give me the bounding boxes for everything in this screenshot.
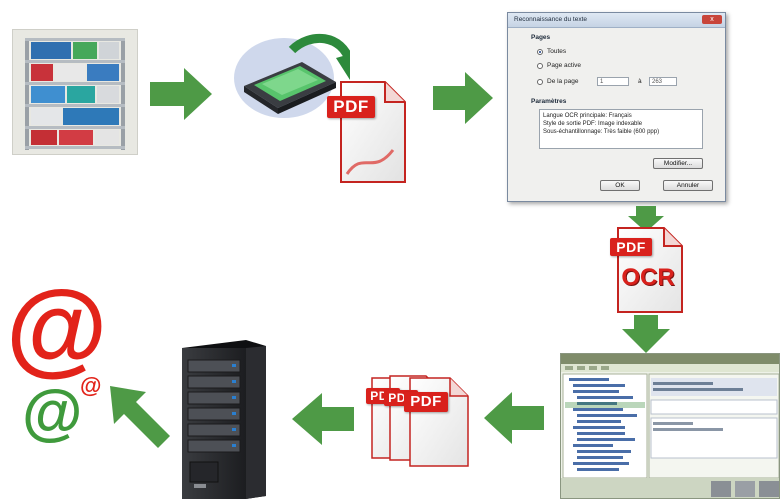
param-line: Sous-échantillonnage: Très faible (600 p…	[543, 129, 660, 135]
close-button[interactable]: x	[702, 15, 722, 24]
radio-page-range[interactable]	[537, 79, 543, 85]
radio-all-pages[interactable]	[537, 49, 543, 55]
param-line: Langue OCR principale: Français	[543, 113, 632, 119]
dialog-title: Reconnaissance du texte	[514, 16, 587, 23]
flow-arrow-up-left	[110, 386, 172, 448]
binder-shelf-image	[13, 30, 137, 154]
param-line: Style de sortie PDF: Image indexable	[543, 121, 643, 127]
pdf-label: PDF	[610, 238, 652, 256]
params-heading: Paramètres	[531, 98, 567, 105]
pdf-files-stack: PDF PDF PDF	[360, 372, 476, 468]
cancel-button[interactable]: Annuler	[663, 180, 713, 191]
server-icon	[176, 338, 268, 499]
pages-heading: Pages	[531, 34, 551, 41]
flow-arrow-right-1	[150, 68, 212, 120]
modify-button[interactable]: Modifier...	[653, 158, 703, 169]
flow-arrow-left-1	[484, 392, 544, 444]
parameters-box: Langue OCR principale: Français Style de…	[539, 109, 703, 149]
at-symbol-medium: @	[22, 378, 83, 447]
dialog-titlebar: Reconnaissance du texte x	[508, 13, 725, 28]
document-management-software-screenshot	[560, 353, 780, 499]
flow-arrow-left-2	[292, 393, 354, 445]
at-symbol-small: @	[80, 373, 102, 398]
radio-active-page[interactable]	[537, 63, 543, 69]
range-to-input[interactable]: 263	[649, 77, 677, 86]
flow-arrow-right-2	[433, 72, 493, 124]
ocr-label: OCR	[621, 264, 675, 291]
pdf-ocr-file-icon: PDF OCR	[608, 226, 686, 314]
pdf-label: PDF	[327, 96, 375, 118]
pdf-label: PDF	[404, 392, 448, 412]
range-separator: à	[638, 78, 642, 85]
pdf-file-icon-scanned: PDF	[327, 80, 407, 184]
flow-arrow-down-2	[622, 315, 670, 353]
option-all-label: Toutes	[547, 48, 567, 55]
ok-button[interactable]: OK	[600, 180, 640, 191]
range-from-input[interactable]: 1	[597, 77, 629, 86]
ocr-settings-dialog: Reconnaissance du texte x Pages Toutes P…	[507, 12, 726, 202]
at-symbol-large: @	[6, 270, 108, 386]
option-range-label: De la page	[547, 78, 579, 85]
option-active-label: Page active	[547, 62, 581, 69]
